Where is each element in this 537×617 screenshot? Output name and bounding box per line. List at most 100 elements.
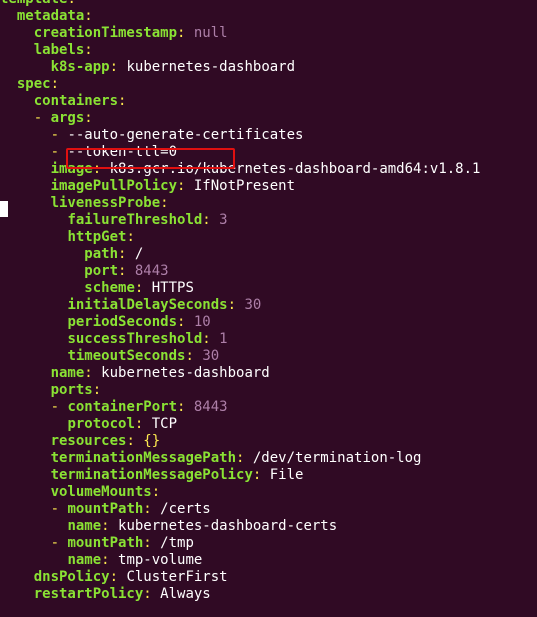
yaml-key: path: [84, 246, 119, 262]
yaml-value: 30: [193, 348, 220, 364]
yaml-line: - mountPath: /certs: [0, 501, 480, 518]
terminal-window[interactable]: template: metadata: creationTimestamp: n…: [0, 0, 537, 617]
yaml-key: ports: [50, 382, 93, 398]
yaml-colon: :: [227, 297, 237, 313]
yaml-key: imagePullPolicy: [50, 178, 178, 194]
yaml-key: args: [50, 110, 85, 126]
yaml-line: terminationMessagePolicy: File: [0, 467, 480, 484]
yaml-line: dnsPolicy: ClusterFirst: [0, 569, 480, 586]
yaml-line: imagePullPolicy: IfNotPresent: [0, 178, 480, 195]
yaml-line: - containerPort: 8443: [0, 399, 480, 416]
yaml-line: httpGet:: [0, 229, 480, 246]
yaml-colon: :: [50, 76, 60, 92]
yaml-value: HTTPS: [143, 280, 194, 296]
yaml-line: port: 8443: [0, 263, 480, 280]
yaml-key: restartPolicy: [33, 586, 144, 602]
yaml-key: labels: [33, 42, 85, 58]
yaml-colon: :: [84, 8, 93, 24]
yaml-line: name: kubernetes-dashboard: [0, 365, 480, 382]
yaml-line: - --auto-generate-certificates: [0, 127, 480, 144]
yaml-key: name: [67, 552, 102, 568]
yaml-value: ClusterFirst: [118, 569, 228, 585]
yaml-key: initialDelaySeconds: [67, 297, 228, 313]
yaml-colon: :: [118, 93, 127, 109]
yaml-line: - mountPath: /tmp: [0, 535, 480, 552]
list-dash: -: [50, 127, 68, 143]
yaml-line: - args:: [0, 110, 480, 127]
yaml-key: containers: [33, 93, 119, 109]
yaml-line: metadata:: [0, 8, 480, 25]
yaml-line: template:: [0, 0, 480, 8]
yaml-key: creationTimestamp: [33, 25, 178, 41]
yaml-colon: :: [143, 535, 152, 551]
yaml-value: --auto-generate-certificates: [67, 127, 304, 143]
text-cursor: [0, 201, 8, 217]
yaml-value: File: [261, 467, 304, 483]
yaml-key: name: [50, 365, 85, 381]
yaml-content: template: metadata: creationTimestamp: n…: [0, 0, 480, 603]
list-dash: -: [50, 144, 68, 160]
yaml-key: spec: [16, 76, 51, 92]
yaml-key: scheme: [84, 280, 135, 296]
yaml-colon: :: [109, 59, 119, 75]
yaml-value: 1: [210, 331, 228, 347]
list-dash: -: [33, 110, 51, 126]
yaml-value: IfNotPresent: [185, 178, 296, 194]
yaml-key: protocol: [67, 416, 135, 432]
yaml-value: TCP: [143, 416, 178, 432]
yaml-value: 8443: [126, 263, 169, 279]
yaml-key: livenessProbe: [50, 195, 161, 211]
yaml-key: dnsPolicy: [33, 569, 110, 585]
yaml-key: name: [67, 518, 102, 534]
yaml-key: resources: [50, 433, 127, 449]
yaml-key: periodSeconds: [67, 314, 178, 330]
yaml-key: template: [0, 0, 67, 7]
yaml-value: 8443: [185, 399, 228, 415]
yaml-line: k8s-app: kubernetes-dashboard: [0, 59, 480, 76]
yaml-value: kubernetes-dashboard-certs: [109, 518, 338, 534]
yaml-line: path: /: [0, 246, 480, 263]
yaml-value: kubernetes-dashboard: [118, 59, 296, 75]
yaml-line: containers:: [0, 93, 480, 110]
yaml-colon: :: [143, 586, 152, 602]
yaml-key: volumeMounts: [50, 484, 152, 500]
yaml-colon: :: [151, 484, 161, 500]
yaml-line: terminationMessagePath: /dev/termination…: [0, 450, 480, 467]
yaml-key: failureThreshold: [67, 212, 203, 228]
yaml-line: failureThreshold: 3: [0, 212, 480, 229]
yaml-colon: :: [160, 195, 169, 211]
yaml-key: containerPort: [67, 399, 178, 415]
yaml-value: {}: [134, 433, 161, 449]
yaml-value: Always: [151, 586, 211, 602]
highlight-box: [66, 148, 235, 169]
yaml-value: /dev/termination-log: [244, 450, 422, 466]
yaml-line: name: tmp-volume: [0, 552, 480, 569]
yaml-colon: :: [143, 501, 152, 517]
yaml-line: livenessProbe:: [0, 195, 480, 212]
yaml-line: timeoutSeconds: 30: [0, 348, 480, 365]
yaml-colon: :: [109, 569, 119, 585]
yaml-line: successThreshold: 1: [0, 331, 480, 348]
yaml-line: volumeMounts:: [0, 484, 480, 501]
yaml-line: resources: {}: [0, 433, 480, 450]
